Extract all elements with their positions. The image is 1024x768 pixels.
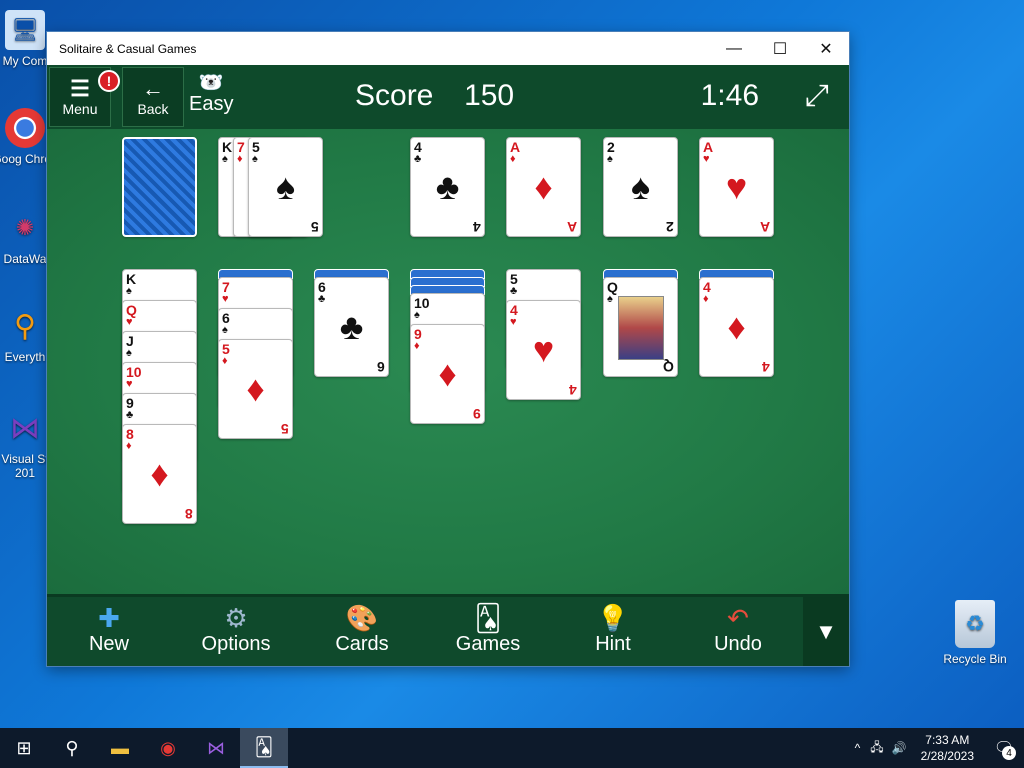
- undo-label: Undo: [714, 633, 762, 655]
- datawag-icon: ✺: [15, 215, 35, 240]
- gear-icon: ⚙: [224, 603, 248, 633]
- timer: 1:46: [700, 79, 759, 112]
- card-rank-bottom: 8: [185, 506, 193, 522]
- card-rank-bottom: Q: [663, 359, 674, 375]
- back-label: Back: [137, 101, 169, 117]
- foundation-card[interactable]: A ♥ ♥ A: [699, 137, 774, 237]
- solitaire-window: Solitaire & Casual Games — ☐ ✕ ☰ Menu ! …: [47, 32, 849, 666]
- card-rank-bottom: A: [759, 219, 770, 235]
- score-display: Score 150: [355, 79, 514, 113]
- card-rank-bottom: 6: [377, 359, 385, 375]
- score-label: Score: [355, 79, 434, 112]
- undo-icon: ↶: [727, 603, 749, 633]
- games-button[interactable]: 🂡 Games: [438, 603, 538, 663]
- desktop-icon-recycle-bin[interactable]: ♻ Recycle Bin: [940, 600, 1010, 666]
- minimize-button[interactable]: —: [711, 32, 757, 65]
- card-suit: ♠: [607, 293, 613, 305]
- new-label: New: [88, 633, 129, 655]
- notification-icon[interactable]: 🗨4: [984, 728, 1024, 768]
- face-card-art: [618, 296, 664, 360]
- search-icon[interactable]: ⚲: [48, 728, 96, 768]
- tableau-card[interactable]: 4 ♥ ♥ 4: [506, 300, 581, 400]
- tableau-card[interactable]: 5 ♦ ♦ 5: [218, 339, 293, 439]
- network-icon[interactable]: 🖧: [866, 738, 887, 759]
- options-label: Options: [201, 633, 271, 655]
- waste-card[interactable]: 5 ♠ ♠ 5: [248, 137, 323, 237]
- alert-badge: !: [98, 70, 120, 92]
- volume-icon[interactable]: 🔊: [888, 741, 911, 755]
- palette-icon: 🎨: [345, 603, 379, 633]
- card-rank-bottom: 5: [311, 219, 319, 235]
- title-bar[interactable]: Solitaire & Casual Games — ☐ ✕: [47, 32, 849, 65]
- polar-bear-icon: 🐻‍❄: [198, 72, 224, 94]
- hamburger-icon: ☰: [70, 76, 90, 101]
- card-rank-bottom: 4: [473, 219, 481, 235]
- chrome-taskbar-icon[interactable]: ◉: [144, 728, 192, 768]
- card-table: K♠♠K7♦♦75♠♠54♣♣4A♦♦A2♠♠2A♥♥AK♠♠KQ♥♥QJ♠♠J…: [47, 129, 849, 594]
- recycle-bin-label: Recycle Bin: [943, 652, 1007, 666]
- notification-count: 4: [1002, 746, 1016, 760]
- foundation-card[interactable]: A ♦ ♦ A: [506, 137, 581, 237]
- clock[interactable]: 7:33 AM 2/28/2023: [911, 732, 984, 764]
- taskbar: ⊞ ⚲ ▬ ◉ ⋈ 🂡 ^ 🖧 🔊 7:33 AM 2/28/2023 🗨4: [0, 728, 1024, 768]
- cards-button[interactable]: 🎨 Cards: [312, 603, 412, 663]
- clock-date: 2/28/2023: [920, 749, 974, 763]
- chrome-icon: [5, 108, 45, 148]
- menu-label: Menu: [62, 101, 98, 117]
- lightbulb-icon: 💡: [596, 603, 630, 633]
- chevron-down-icon[interactable]: ▼: [803, 597, 849, 666]
- cards-icon: 🂡: [474, 603, 502, 633]
- card-rank-bottom: 5: [281, 421, 289, 437]
- difficulty-label: Easy: [189, 93, 234, 115]
- tableau-card[interactable]: 6 ♣ ♣ 6: [314, 277, 389, 377]
- fullscreen-icon[interactable]: ⤢: [799, 78, 835, 114]
- games-label: Games: [455, 633, 521, 655]
- hint-button[interactable]: 💡 Hint: [563, 603, 663, 663]
- solitaire-taskbar-icon[interactable]: 🂡: [240, 728, 288, 768]
- hint-label: Hint: [595, 633, 631, 655]
- new-game-button[interactable]: ✚ New: [59, 603, 159, 663]
- cards-label: Cards: [335, 633, 389, 655]
- card-rank-bottom: 2: [666, 219, 674, 235]
- tableau-card[interactable]: Q ♠ Q: [603, 277, 678, 377]
- clock-time: 7:33 AM: [925, 733, 970, 747]
- score-value: 150: [464, 79, 515, 112]
- maximize-button[interactable]: ☐: [757, 32, 803, 65]
- card-rank-bottom: 4: [762, 359, 770, 375]
- everything-search-icon: ⚲: [14, 309, 36, 343]
- tableau-card[interactable]: 8 ♦ ♦ 8: [122, 424, 197, 524]
- difficulty-indicator: 🐻‍❄ Easy: [189, 73, 233, 116]
- plus-icon: ✚: [98, 603, 120, 633]
- chevron-up-icon[interactable]: ^: [849, 741, 867, 755]
- file-explorer-icon[interactable]: ▬: [96, 728, 144, 768]
- card-rank: Q: [607, 279, 618, 295]
- bottom-toolbar: ✚ New ⚙ Options 🎨 Cards 🂡 Games 💡 Hint ↶…: [47, 594, 849, 666]
- close-button[interactable]: ✕: [803, 32, 849, 65]
- stock-pile[interactable]: [122, 137, 197, 237]
- visual-studio-icon: ⋈: [10, 411, 40, 445]
- menu-button[interactable]: ☰ Menu !: [49, 67, 120, 127]
- foundation-card[interactable]: 2 ♠ ♠ 2: [603, 137, 678, 237]
- card-rank-bottom: 9: [473, 406, 481, 422]
- card-rank-bottom: 4: [569, 382, 577, 398]
- computer-icon: 🖥: [5, 10, 45, 50]
- card-rank-bottom: A: [566, 219, 577, 235]
- foundation-card[interactable]: 4 ♣ ♣ 4: [410, 137, 485, 237]
- recycle-bin-icon: ♻: [955, 600, 995, 648]
- options-button[interactable]: ⚙ Options: [186, 603, 286, 663]
- tableau-card[interactable]: 9 ♦ ♦ 9: [410, 324, 485, 424]
- back-button[interactable]: ← Back: [122, 67, 184, 127]
- system-tray: ^ 🖧 🔊 7:33 AM 2/28/2023 🗨4: [849, 728, 1024, 768]
- window-title: Solitaire & Casual Games: [59, 41, 197, 56]
- back-arrow-icon: ←: [142, 76, 164, 101]
- visual-studio-taskbar-icon[interactable]: ⋈: [192, 728, 240, 768]
- undo-button[interactable]: ↶ Undo: [688, 603, 788, 663]
- tableau-card[interactable]: 4 ♦ ♦ 4: [699, 277, 774, 377]
- start-button[interactable]: ⊞: [0, 728, 48, 768]
